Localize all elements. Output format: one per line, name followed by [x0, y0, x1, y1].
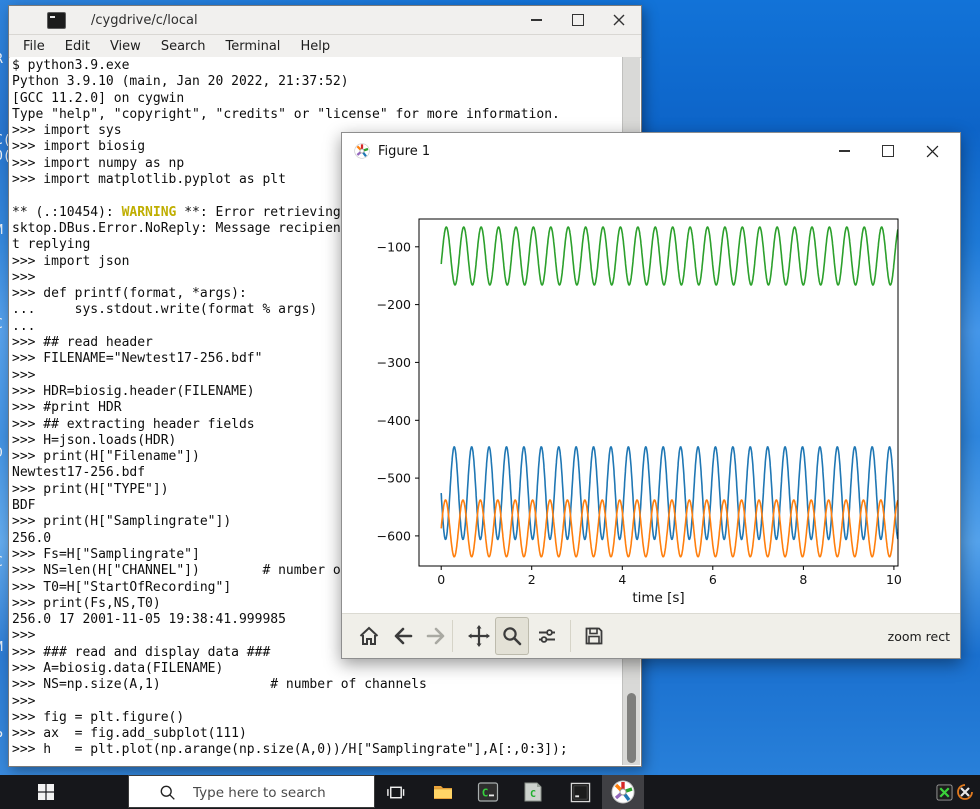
terminal-line: >>>: [12, 694, 568, 710]
terminal-line: Python 3.9.10 (main, Jan 20 2022, 21:37:…: [12, 74, 568, 90]
menu-edit[interactable]: Edit: [55, 38, 100, 55]
terminal-line: >>> ax = fig.add_subplot(111): [12, 726, 568, 742]
matplotlib-icon: [354, 143, 370, 163]
edge-fragment: R: [0, 52, 3, 68]
close-icon: [926, 145, 939, 158]
svg-text:4: 4: [618, 572, 626, 587]
toolbar-zoom-button[interactable]: [495, 617, 529, 655]
terminal-line: >>> h = plt.plot(np.arange(np.size(A,0))…: [12, 742, 568, 758]
close-icon: [613, 14, 625, 26]
taskbar: C C: [0, 775, 980, 809]
terminal-line: Type "help", "copyright", "credits" or "…: [12, 107, 568, 123]
svg-text:−200: −200: [377, 297, 411, 312]
terminal-title: /cygdrive/c/local: [91, 13, 198, 28]
terminal-titlebar[interactable]: /cygdrive/c/local: [9, 6, 641, 35]
menu-file[interactable]: File: [13, 38, 55, 55]
file-explorer-icon: [432, 781, 454, 803]
search-icon: [159, 784, 176, 801]
svg-text:C: C: [530, 789, 536, 800]
tray-cygwin-x-server-icon[interactable]: [935, 783, 953, 801]
svg-text:−100: −100: [377, 239, 411, 254]
terminal-close-button[interactable]: [598, 6, 639, 34]
toolbar-back-button[interactable]: [386, 617, 420, 655]
figure-maximize-button[interactable]: [866, 133, 910, 169]
figure-close-button[interactable]: [910, 133, 954, 169]
svg-text:−300: −300: [377, 355, 411, 370]
toolbar-save-button[interactable]: [577, 617, 611, 655]
taskbar-file-explorer-button[interactable]: [422, 775, 464, 809]
edge-fragment: P: [0, 730, 3, 746]
windows-logo-icon: [37, 783, 55, 801]
svg-text:C: C: [482, 787, 489, 800]
terminal-line: $ python3.9.exe: [12, 58, 568, 74]
figure-toolbar: zoom rect: [342, 613, 960, 658]
cygwin-terminal-icon: C: [477, 781, 499, 803]
taskbar-cygwin-setup-button[interactable]: C: [512, 775, 554, 809]
svg-text:8: 8: [799, 572, 807, 587]
menu-help[interactable]: Help: [290, 38, 340, 55]
desktop-edge-fragments: R C(O( M C D C M P: [0, 0, 8, 770]
svg-text:0: 0: [437, 572, 445, 587]
edge-fragment: O(: [0, 149, 8, 165]
toolbar-separator: [570, 620, 571, 652]
terminal-line: [GCC 11.2.0] on cygwin: [12, 91, 568, 107]
terminal-minimize-button[interactable]: [516, 6, 557, 34]
terminal-line: >>> A=biosig.data(FILENAME): [12, 661, 568, 677]
figure-window[interactable]: Figure 1 0 2 4 6 8 10 −100 −200 −300 −400 −500 −600…: [341, 132, 961, 659]
svg-text:2: 2: [528, 572, 536, 587]
matplotlib-icon: [611, 780, 635, 804]
edge-fragment: M: [0, 640, 3, 656]
edge-fragment: C: [0, 317, 3, 333]
svg-text:time [s]: time [s]: [632, 590, 684, 606]
terminal-icon: [570, 782, 591, 803]
taskbar-task-view-button[interactable]: [374, 775, 416, 809]
figure-canvas[interactable]: 0 2 4 6 8 10 −100 −200 −300 −400 −500 −600 time [s]: [342, 169, 960, 613]
taskbar-cygwin-terminal-button[interactable]: C: [467, 775, 509, 809]
cygwin-setup-icon: C: [522, 781, 544, 803]
menu-search[interactable]: Search: [151, 38, 216, 55]
terminal-line: >>> NS=np.size(A,1) # number of channels: [12, 677, 568, 693]
svg-text:−400: −400: [377, 413, 411, 428]
svg-text:10: 10: [886, 572, 902, 587]
task-view-icon: [386, 783, 405, 802]
toolbar-forward-button[interactable]: [419, 617, 453, 655]
figure-title: Figure 1: [378, 144, 430, 159]
toolbar-pan-button[interactable]: [462, 617, 496, 655]
terminal-maximize-button[interactable]: [557, 6, 598, 34]
menu-terminal[interactable]: Terminal: [215, 38, 290, 55]
terminal-scrollbar-thumb[interactable]: [627, 693, 636, 763]
edge-fragment: C: [0, 555, 3, 571]
toolbar-configure-button[interactable]: [530, 617, 564, 655]
taskbar-matplotlib-button[interactable]: [602, 775, 644, 809]
edge-fragment: D: [0, 446, 3, 462]
edge-fragment: M: [0, 223, 3, 239]
terminal-menubar: FileEditViewSearchTerminalHelp: [9, 35, 641, 58]
search-input[interactable]: [191, 776, 370, 809]
taskbar-search-box[interactable]: [128, 775, 375, 808]
start-button[interactable]: [28, 775, 64, 809]
menu-view[interactable]: View: [100, 38, 151, 55]
toolbar-status: zoom rect: [888, 614, 950, 658]
edge-fragment: C(: [0, 133, 8, 149]
terminal-app-icon: [47, 12, 66, 29]
svg-text:6: 6: [709, 572, 717, 587]
svg-text:−500: −500: [377, 471, 411, 486]
terminal-line: >>> fig = plt.figure(): [12, 710, 568, 726]
figure-titlebar[interactable]: Figure 1: [342, 133, 960, 169]
tray-xlaunch-icon[interactable]: [956, 783, 974, 801]
taskbar-terminal-button[interactable]: [559, 775, 601, 809]
svg-text:−600: −600: [377, 528, 411, 543]
toolbar-home-button[interactable]: [352, 617, 386, 655]
figure-minimize-button[interactable]: [822, 133, 866, 169]
